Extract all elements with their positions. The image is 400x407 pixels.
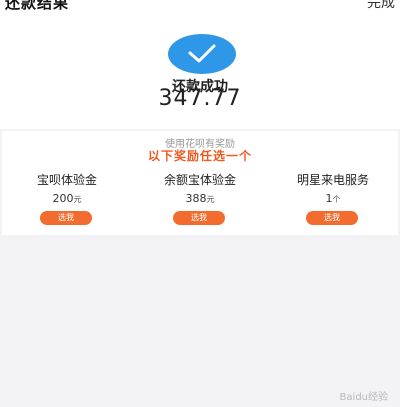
reward-unit: 个 <box>332 195 341 204</box>
select-reward-button[interactable]: 选我 <box>173 211 225 225</box>
reward-name: 明星来电服务 <box>296 173 369 187</box>
select-reward-button[interactable]: 选我 <box>306 211 358 225</box>
reward-name: 余额宝体验金 <box>163 173 236 187</box>
reward-amount: 200 <box>52 192 74 205</box>
reward-unit: 元 <box>73 195 82 204</box>
select-reward-button[interactable]: 选我 <box>40 211 92 225</box>
repayment-amount: 347.77 <box>158 86 242 111</box>
reward-option: 明星来电服务 1个 选我 <box>268 171 398 231</box>
watermark: Baidu经验 <box>339 392 388 403</box>
success-badge <box>168 34 236 74</box>
reward-name: 宝呗体验金 <box>36 173 97 187</box>
reward-value: 200元 <box>2 192 132 205</box>
reward-option: 宝呗体验金 200元 选我 <box>2 171 132 231</box>
reward-value: 388元 <box>135 192 265 205</box>
reward-value: 1个 <box>268 192 398 205</box>
reward-unit: 元 <box>206 195 215 204</box>
rewards-panel: 使用花呗有奖励 以下奖励任选一个 宝呗体验金 200元 选我 余额宝体验金 38… <box>2 131 398 235</box>
repayment-status-card: 还款成功 347.77 <box>0 14 400 129</box>
rewards-title: 以下奖励任选一个 <box>147 149 252 163</box>
header-bar: 还款结果 完成 <box>0 0 400 14</box>
reward-option: 余额宝体验金 388元 选我 <box>135 171 265 231</box>
reward-amount: 1 <box>325 192 333 205</box>
checkmark-icon <box>188 44 216 63</box>
page-title: 还款结果 <box>5 0 70 12</box>
done-button[interactable]: 完成 <box>367 0 395 12</box>
reward-amount: 388 <box>185 192 207 205</box>
empty-area <box>0 235 400 407</box>
